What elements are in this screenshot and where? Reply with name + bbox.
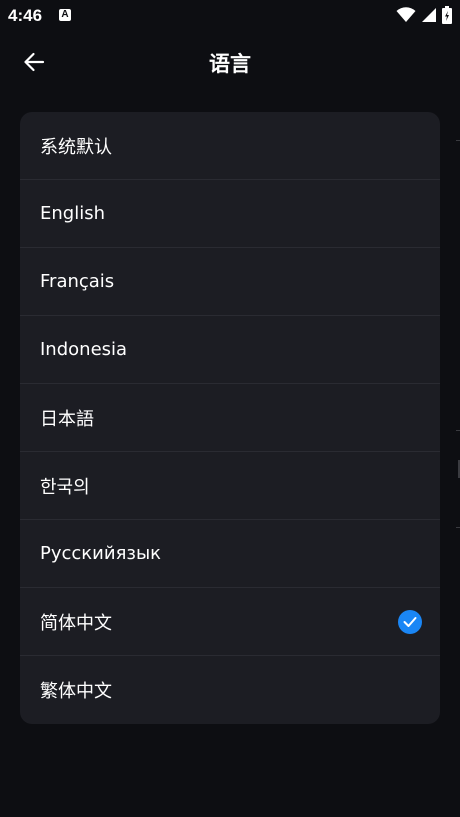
language-label: Indonesia xyxy=(40,339,128,360)
language-label: Русскийязык xyxy=(40,543,162,564)
system-icons xyxy=(396,6,452,24)
edge-divider xyxy=(456,140,460,141)
check-circle-icon xyxy=(398,609,422,634)
language-option-korean[interactable]: 한국의 xyxy=(20,452,440,520)
language-option-simplified-chinese[interactable]: 简体中文 xyxy=(20,588,440,656)
language-label: 简体中文 xyxy=(40,612,112,634)
language-option-english[interactable]: English xyxy=(20,180,440,248)
edge-divider xyxy=(456,430,460,431)
language-label: English xyxy=(40,203,105,224)
language-list: 系统默认 English Français Indonesia 日本語 한국의 … xyxy=(20,112,440,724)
edge-divider xyxy=(456,527,460,528)
language-option-japanese[interactable]: 日本語 xyxy=(20,384,440,452)
language-option-traditional-chinese[interactable]: 繁体中文 xyxy=(20,656,440,724)
language-option-system-default[interactable]: 系统默认 xyxy=(20,112,440,180)
app-bar: 语言 xyxy=(0,32,460,92)
language-option-french[interactable]: Français xyxy=(20,248,440,316)
notification-icon: A xyxy=(59,9,71,21)
page-title: 语言 xyxy=(209,52,251,76)
language-label: 系统默认 xyxy=(40,136,112,158)
language-option-indonesian[interactable]: Indonesia xyxy=(20,316,440,384)
wifi-icon xyxy=(396,7,416,22)
language-label: 日本語 xyxy=(40,408,94,430)
language-label: 한국의 xyxy=(40,476,90,498)
language-label: Français xyxy=(40,271,115,292)
battery-icon xyxy=(442,6,452,24)
status-time: 4:46 xyxy=(8,6,43,25)
language-option-russian[interactable]: Русскийязык xyxy=(20,520,440,588)
signal-icon xyxy=(422,8,436,22)
status-bar: 4:46 A xyxy=(0,0,460,32)
language-label: 繁体中文 xyxy=(40,681,112,702)
